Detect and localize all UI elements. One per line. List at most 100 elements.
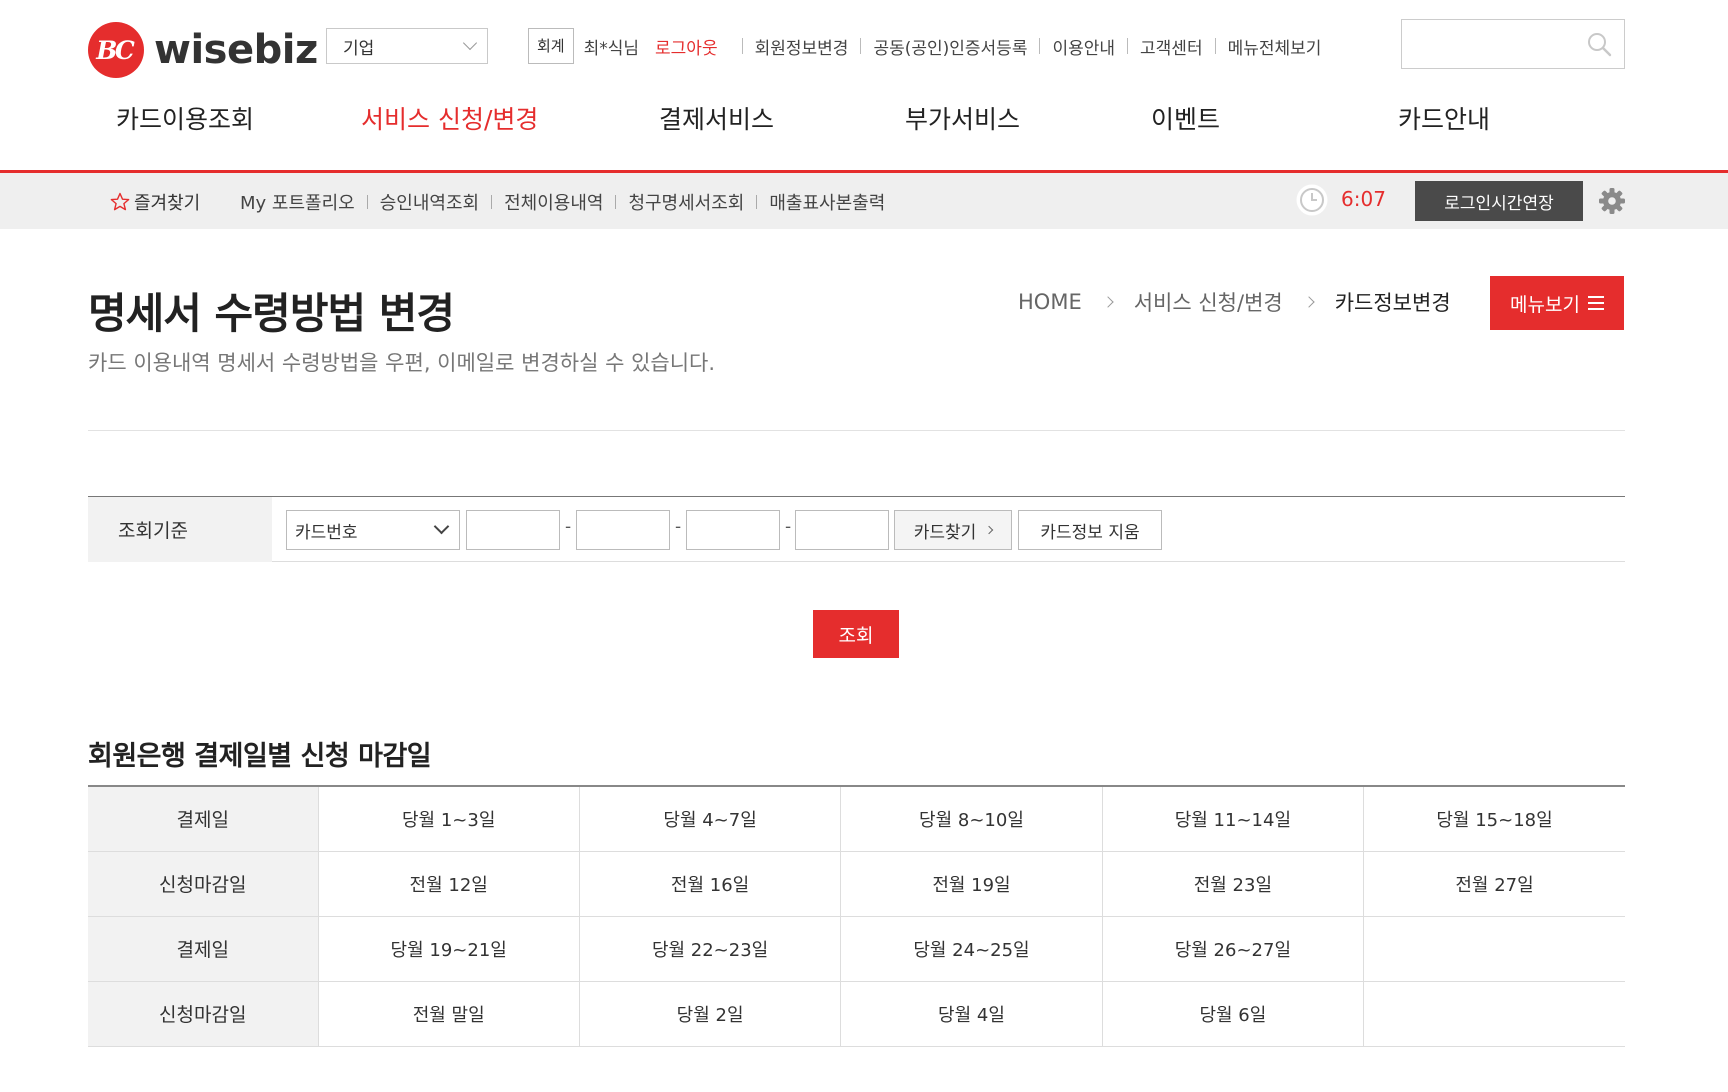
- member-info-link[interactable]: 회원정보변경: [755, 34, 849, 59]
- nav-card-usage[interactable]: 카드이용조회: [116, 100, 254, 136]
- all-menu-link[interactable]: 메뉴전체보기: [1228, 34, 1322, 59]
- divider: [860, 38, 862, 54]
- divider: [366, 195, 368, 209]
- row-header: 신청마감일: [88, 851, 318, 917]
- find-card-button[interactable]: 카드찾기: [894, 510, 1012, 550]
- chevron-down-icon: [433, 518, 450, 535]
- page-title: 명세서 수령방법 변경: [88, 289, 455, 338]
- extend-login-button[interactable]: 로그인시간연장: [1415, 181, 1583, 221]
- quick-link-all-usage[interactable]: 전체이용내역: [504, 189, 603, 215]
- nav-event[interactable]: 이벤트: [1151, 100, 1220, 136]
- deadline-table: 결제일 당월 1~3일 당월 4~7일 당월 8~10일 당월 11~14일 당…: [88, 785, 1625, 1047]
- table-cell: 당월 2일: [578, 981, 841, 1047]
- find-card-label: 카드찾기: [913, 522, 977, 543]
- certificate-register-link[interactable]: 공동(공인)인증서등록: [873, 34, 1027, 59]
- favorites-label: 즐겨찾기: [134, 193, 201, 214]
- divider: [615, 195, 617, 209]
- search-criteria-label: 조회기준: [88, 497, 272, 562]
- table-cell: 당월 15~18일: [1363, 786, 1625, 852]
- row-header: 결제일: [88, 786, 318, 852]
- table-row: 신청마감일 전월 12일 전월 16일 전월 19일 전월 23일 전월 27일: [88, 851, 1625, 917]
- chevron-right-icon: [1303, 296, 1315, 308]
- divider: [1039, 38, 1041, 54]
- table-cell: 당월 6일: [1101, 981, 1364, 1047]
- nav-extra-service[interactable]: 부가서비스: [905, 100, 1020, 136]
- page-description: 카드 이용내역 명세서 수령방법을 우편, 이메일로 변경하실 수 있습니다.: [88, 351, 716, 375]
- clear-card-button[interactable]: 카드정보 지움: [1018, 510, 1162, 550]
- quick-link-approval[interactable]: 승인내역조회: [380, 189, 479, 215]
- card-number-input-2[interactable]: [576, 510, 670, 550]
- search-icon[interactable]: [1586, 31, 1612, 57]
- divider: [756, 195, 758, 209]
- table-cell: [1363, 916, 1625, 982]
- table-cell: 당월 22~23일: [578, 916, 841, 982]
- divider: [1214, 38, 1216, 54]
- chevron-right-icon: [1102, 296, 1114, 308]
- company-select[interactable]: 기업: [326, 28, 488, 64]
- section-divider: [88, 430, 1625, 431]
- table-cell: 전월 말일: [317, 981, 580, 1047]
- favorites-button[interactable]: 즐겨찾기: [110, 189, 200, 215]
- table-cell: 전월 23일: [1101, 851, 1364, 917]
- table-cell: 당월 1~3일: [317, 786, 580, 852]
- breadcrumb-home[interactable]: HOME: [1018, 290, 1082, 314]
- session-timer: 6:07: [1341, 187, 1386, 211]
- card-number-input-4[interactable]: [795, 510, 889, 550]
- table-cell: 당월 4일: [840, 981, 1103, 1047]
- table-row: 신청마감일 전월 말일 당월 2일 당월 4일 당월 6일: [88, 981, 1625, 1047]
- dash: -: [565, 517, 572, 537]
- divider: [741, 38, 743, 54]
- quick-link-statement[interactable]: 청구명세서조회: [628, 189, 744, 215]
- nav-payment-service[interactable]: 결제서비스: [659, 100, 774, 136]
- utility-nav: 회계 최*식님 로그아웃 회원정보변경 공동(공인)인증서등록 이용안내 고객센…: [528, 28, 1321, 64]
- quick-bar: 즐겨찾기 My 포트폴리오 승인내역조회 전체이용내역 청구명세서조회 매출표사…: [0, 173, 1728, 229]
- hamburger-icon: [1587, 296, 1604, 310]
- table-cell: [1363, 981, 1625, 1047]
- card-number-input-3[interactable]: [686, 510, 780, 550]
- table-cell: 당월 26~27일: [1101, 916, 1364, 982]
- menu-view-button[interactable]: 메뉴보기: [1490, 276, 1624, 330]
- table-cell: 당월 4~7일: [578, 786, 841, 852]
- logo[interactable]: BC wisebiz: [88, 22, 318, 78]
- nav-service-apply[interactable]: 서비스 신청/변경: [361, 100, 538, 136]
- table-cell: 당월 19~21일: [317, 916, 580, 982]
- table-cell: 전월 16일: [578, 851, 841, 917]
- dash: -: [675, 517, 682, 537]
- menu-view-label: 메뉴보기: [1510, 293, 1580, 316]
- breadcrumb: HOME 서비스 신청/변경 카드정보변경: [1018, 287, 1451, 317]
- row-header: 신청마감일: [88, 981, 318, 1047]
- main-nav: 카드이용조회 서비스 신청/변경 결제서비스 부가서비스 이벤트 카드안내: [0, 88, 1728, 170]
- table-row: 결제일 당월 19~21일 당월 22~23일 당월 24~25일 당월 26~…: [88, 916, 1625, 982]
- card-type-value: 카드번호: [295, 522, 358, 543]
- quick-link-portfolio[interactable]: My 포트폴리오: [240, 189, 355, 215]
- table-cell: 당월 11~14일: [1101, 786, 1364, 852]
- table-cell: 전월 27일: [1363, 851, 1625, 917]
- search-button[interactable]: 조회: [813, 610, 899, 658]
- table-cell: 당월 8~10일: [840, 786, 1103, 852]
- customer-center-link[interactable]: 고객센터: [1140, 34, 1203, 59]
- logo-text: wisebiz: [154, 27, 318, 73]
- bc-logo-icon: BC: [88, 22, 144, 78]
- row-header: 결제일: [88, 916, 318, 982]
- search-form: 조회기준 카드번호 - - - 카드찾기 카드정보 지움: [88, 496, 1625, 562]
- breadcrumb-current: 카드정보변경: [1334, 291, 1451, 315]
- gear-icon[interactable]: [1598, 187, 1626, 215]
- breadcrumb-service[interactable]: 서비스 신청/변경: [1134, 287, 1283, 317]
- user-name: 최*식님: [583, 38, 640, 59]
- logout-link[interactable]: 로그아웃: [655, 34, 718, 59]
- star-icon: [110, 192, 130, 211]
- chevron-down-icon: [462, 35, 478, 51]
- table-cell: 전월 19일: [840, 851, 1103, 917]
- usage-guide-link[interactable]: 이용안내: [1052, 34, 1115, 59]
- search-input[interactable]: [1402, 20, 1572, 68]
- chevron-right-icon: [985, 525, 994, 535]
- nav-card-guide[interactable]: 카드안내: [1398, 100, 1490, 136]
- card-type-select[interactable]: 카드번호: [286, 510, 460, 550]
- card-number-input-1[interactable]: [466, 510, 560, 550]
- top-search: [1401, 19, 1625, 69]
- quick-links: My 포트폴리오 승인내역조회 전체이용내역 청구명세서조회 매출표사본출력: [240, 189, 885, 215]
- divider: [491, 195, 493, 209]
- quick-link-receipt-print[interactable]: 매출표사본출력: [769, 189, 885, 215]
- dash: -: [785, 517, 792, 537]
- account-type-badge: 회계: [528, 28, 574, 64]
